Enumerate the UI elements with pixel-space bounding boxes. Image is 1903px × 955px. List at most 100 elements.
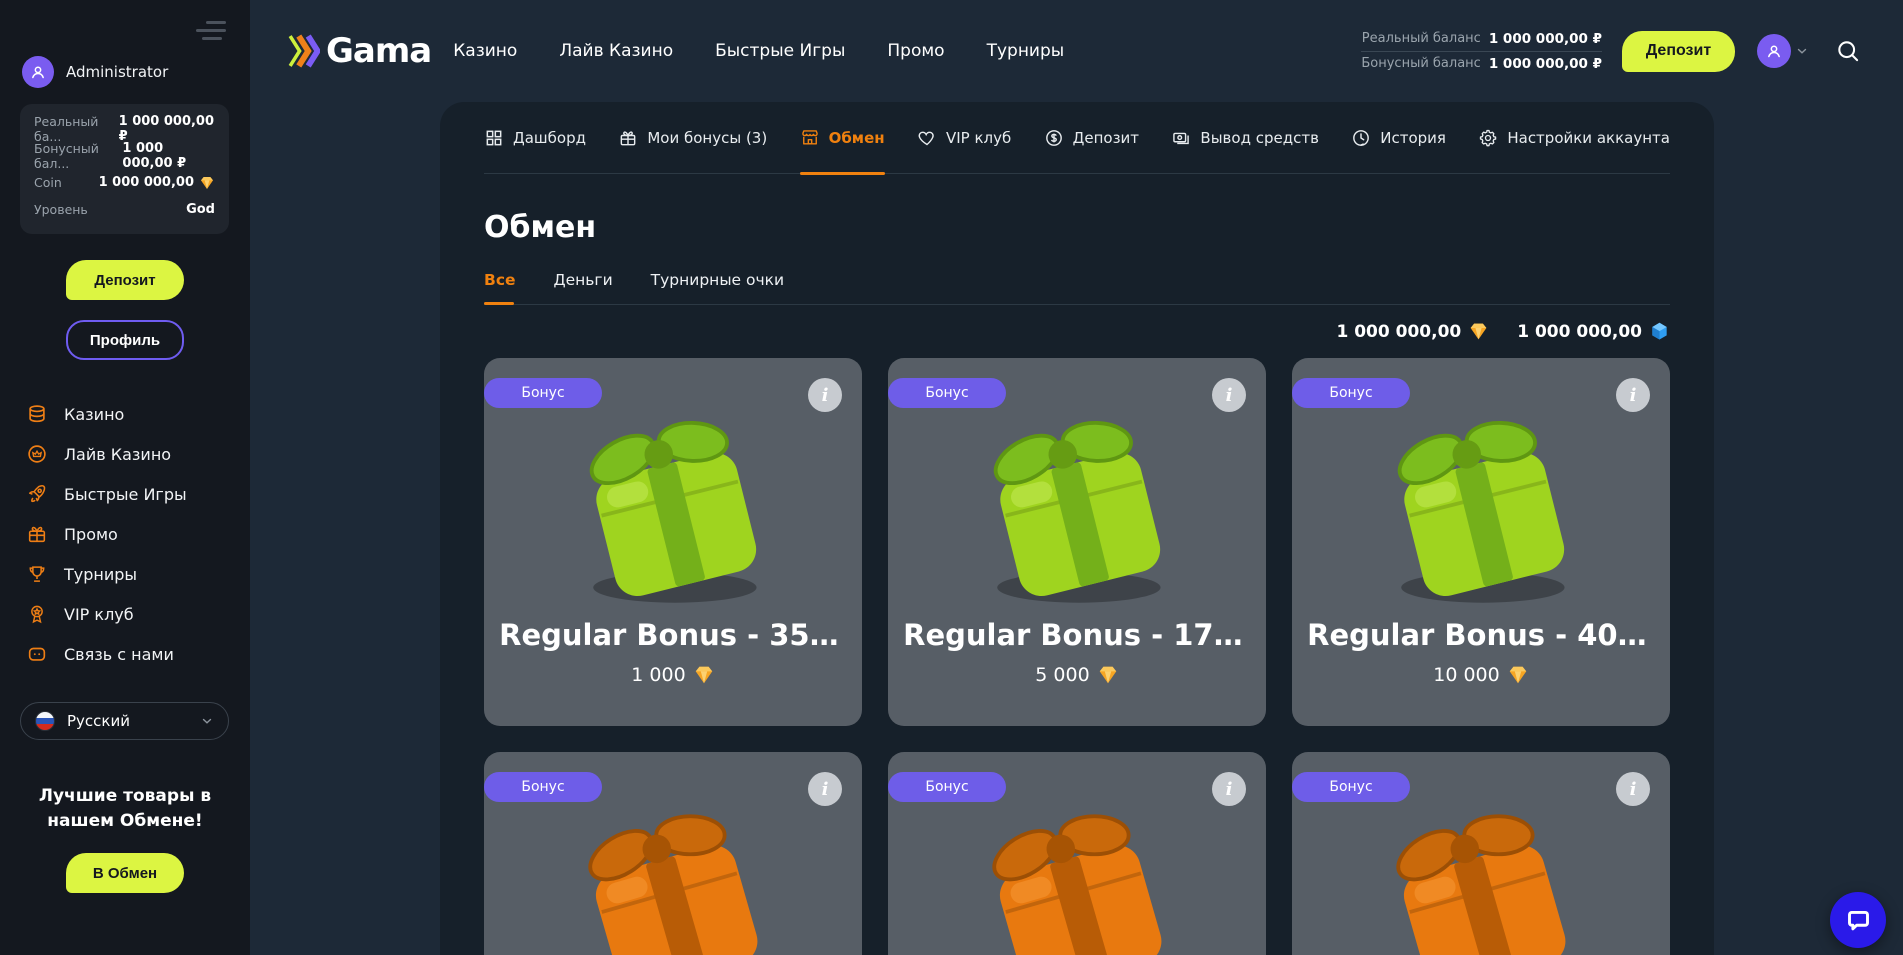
sidebar-item-live-casino[interactable]: Лайв Казино <box>0 434 250 474</box>
sidebar-item-promo[interactable]: Промо <box>0 514 250 554</box>
bonus-cards-grid: Бонус i Regular Bonus - 350… <box>484 358 1670 955</box>
card-badge: Бонус <box>484 378 602 408</box>
withdraw-icon <box>1171 128 1191 148</box>
gift-image <box>559 782 787 955</box>
profile-button[interactable]: Профиль <box>66 320 184 360</box>
gift-icon <box>618 128 638 148</box>
card-title: Regular Bonus - 175… <box>903 618 1251 652</box>
info-icon[interactable]: i <box>1616 772 1650 806</box>
sidebar-item-label: Промо <box>64 525 118 544</box>
wallet-balances: 1 000 000,00 1 000 000,00 <box>484 321 1670 342</box>
info-icon[interactable]: i <box>1212 378 1246 412</box>
info-icon[interactable]: i <box>1616 378 1650 412</box>
gem-orange-icon <box>693 664 715 686</box>
chevron-down-icon <box>200 714 214 728</box>
card-badge: Бонус <box>484 772 602 802</box>
filter-money[interactable]: Деньги <box>554 271 613 289</box>
filter-all[interactable]: Все <box>484 271 516 289</box>
tab-deposit[interactable]: Депозит <box>1044 102 1139 174</box>
sidebar-item-label: Казино <box>64 405 124 424</box>
card-badge: Бонус <box>888 378 1006 408</box>
balance-summary-card: Реальный ба... 1 000 000,00 ₽ Бонусный б… <box>20 104 229 234</box>
topbar: Gama Казино Лайв Казино Быстрые Игры Про… <box>250 0 1903 102</box>
account-menu[interactable] <box>1757 34 1809 68</box>
bonus-card[interactable]: Бонус i Regular Bonus - 400… <box>1292 358 1670 726</box>
tab-label: Мои бонусы (3) <box>647 129 767 147</box>
tab-my-bonuses[interactable]: Мои бонусы (3) <box>618 102 767 174</box>
live-casino-icon <box>26 443 48 465</box>
sidebar-item-casino[interactable]: Казино <box>0 394 250 434</box>
top-nav-tournaments[interactable]: Турниры <box>987 41 1065 61</box>
sidebar-item-label: Турниры <box>64 565 137 584</box>
stat-label: Coin <box>34 175 62 190</box>
language-value: Русский <box>67 712 188 730</box>
info-icon[interactable]: i <box>808 772 842 806</box>
sidebar-item-contact-us[interactable]: Связь с нами <box>0 634 250 674</box>
bonus-card[interactable]: Бонус i <box>484 752 862 955</box>
card-badge: Бонус <box>1292 378 1410 408</box>
top-nav-promo[interactable]: Промо <box>887 41 944 61</box>
stat-level: Уровень God <box>34 196 215 223</box>
stat-coin: Coin 1 000 000,00 <box>34 169 215 196</box>
chat-bubble-icon <box>1845 907 1872 934</box>
info-icon[interactable]: i <box>808 378 842 412</box>
to-exchange-button[interactable]: В Обмен <box>66 853 184 893</box>
deposit-button[interactable]: Депозит <box>1622 31 1735 72</box>
balance-value: 1 000 000,00 ₽ <box>1489 56 1602 72</box>
sidebar-nav: Казино Лайв Казино Быстрые Игры Промо Ту… <box>0 394 250 674</box>
chat-icon <box>26 643 48 665</box>
stat-label: Уровень <box>34 202 88 217</box>
sidebar-item-vip-club[interactable]: VIP клуб <box>0 594 250 634</box>
bonus-card[interactable]: Бонус i Regular Bonus - 175… <box>888 358 1266 726</box>
avatar <box>1757 34 1791 68</box>
exchange-filters: Все Деньги Турнирные очки <box>484 271 1670 305</box>
person-icon <box>28 62 48 82</box>
dashboard-icon <box>484 128 504 148</box>
stat-real-balance: Реальный ба... 1 000 000,00 ₽ <box>34 115 215 142</box>
bonus-card[interactable]: Бонус i <box>888 752 1266 955</box>
tab-dashboard[interactable]: Дашборд <box>484 102 586 174</box>
deposit-button[interactable]: Депозит <box>66 260 184 300</box>
search-button[interactable] <box>1835 38 1861 64</box>
live-chat-button[interactable] <box>1830 892 1886 948</box>
card-price: 5 000 <box>1035 664 1118 686</box>
wallet-tournament-points: 1 000 000,00 <box>1517 321 1670 342</box>
card-title: Regular Bonus - 400… <box>1307 618 1655 652</box>
stat-value: 1 000 000,00 ₽ <box>122 141 215 171</box>
user-name: Administrator <box>66 63 168 81</box>
sidebar-item-fast-games[interactable]: Быстрые Игры <box>0 474 250 514</box>
top-nav-live-casino[interactable]: Лайв Казино <box>559 41 673 61</box>
bonus-card[interactable]: Бонус i Regular Bonus - 350… <box>484 358 862 726</box>
language-select[interactable]: Русский <box>20 702 229 740</box>
trophy-icon <box>26 563 48 585</box>
tab-label: Депозит <box>1073 129 1139 147</box>
tab-vip-club[interactable]: VIP клуб <box>917 102 1011 174</box>
tab-label: Вывод средств <box>1200 129 1318 147</box>
search-icon <box>1835 38 1861 64</box>
bonus-card[interactable]: Бонус i <box>1292 752 1670 955</box>
tab-account-settings[interactable]: Настройки аккаунта <box>1478 102 1670 174</box>
tab-history[interactable]: История <box>1351 102 1446 174</box>
tab-label: История <box>1380 129 1446 147</box>
card-badge: Бонус <box>888 772 1006 802</box>
tab-label: VIP клуб <box>946 129 1011 147</box>
top-nav-fast-games[interactable]: Быстрые Игры <box>715 41 845 61</box>
stat-value: 1 000 000,00 ₽ <box>119 114 215 144</box>
sidebar-item-tournaments[interactable]: Турниры <box>0 554 250 594</box>
top-nav: Казино Лайв Казино Быстрые Игры Промо Ту… <box>453 41 1064 61</box>
tab-withdraw[interactable]: Вывод средств <box>1171 102 1318 174</box>
info-icon[interactable]: i <box>1212 772 1246 806</box>
coin-dollar-icon <box>1044 128 1064 148</box>
filter-tournament-points[interactable]: Турнирные очки <box>651 271 784 289</box>
top-nav-casino[interactable]: Казино <box>453 41 517 61</box>
main-panel: Дашборд Мои бонусы (3) Обмен VIP клуб Де… <box>440 102 1714 955</box>
chevron-down-icon <box>1795 44 1809 58</box>
tab-exchange[interactable]: Обмен <box>800 102 885 174</box>
brand-logo[interactable]: Gama <box>287 31 431 71</box>
hamburger-menu-icon[interactable] <box>196 16 226 45</box>
avatar <box>22 56 54 88</box>
tab-label: Настройки аккаунта <box>1507 129 1670 147</box>
gift-icon <box>26 523 48 545</box>
card-price: 10 000 <box>1433 664 1528 686</box>
gift-image <box>1367 388 1595 616</box>
